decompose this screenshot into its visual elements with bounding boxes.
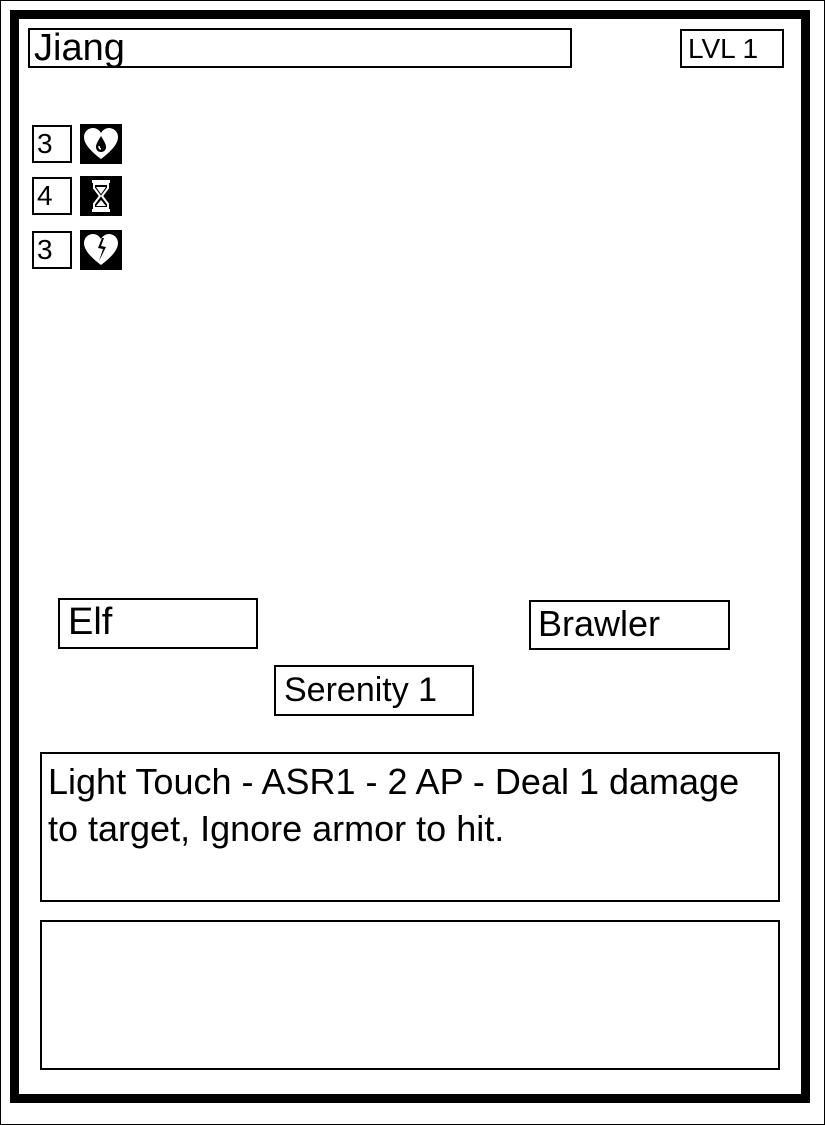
heart-drop-icon bbox=[80, 124, 122, 164]
race-label: Elf bbox=[58, 598, 258, 649]
class-label: Brawler bbox=[529, 600, 730, 650]
hourglass-icon bbox=[80, 176, 122, 216]
level-badge: LVL 1 bbox=[680, 29, 784, 68]
ability-text: Light Touch - ASR1 - 2 AP - Deal 1 damag… bbox=[40, 752, 780, 902]
trait-label: Serenity 1 bbox=[274, 665, 474, 716]
flavor-text-box bbox=[40, 920, 780, 1070]
health-value: 3 bbox=[32, 125, 72, 163]
broken-heart-icon bbox=[80, 230, 122, 270]
character-name: Jiang bbox=[28, 28, 572, 68]
damage-value: 3 bbox=[32, 231, 72, 269]
action-points-value: 4 bbox=[32, 177, 72, 215]
